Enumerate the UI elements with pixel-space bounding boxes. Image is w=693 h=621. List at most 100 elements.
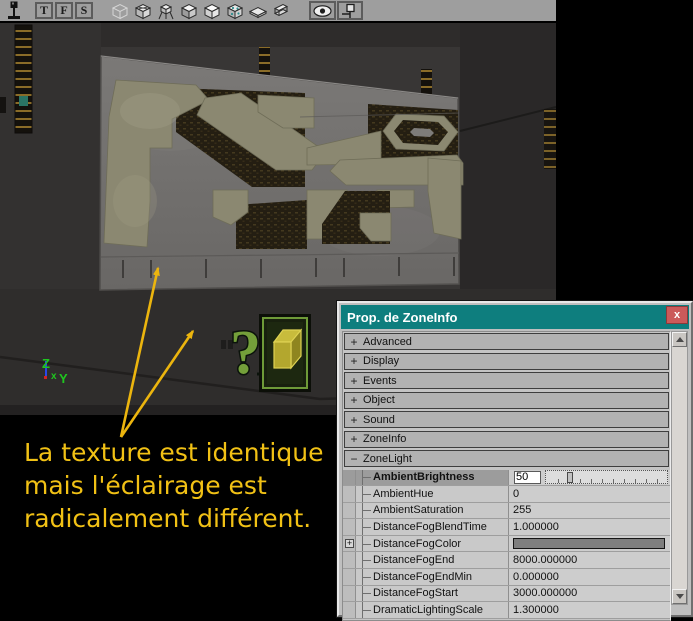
property-value[interactable]: 0 [508, 486, 670, 502]
slider-thumb[interactable] [566, 472, 573, 484]
expand-plus-icon: + [350, 334, 358, 349]
row-gutter [343, 486, 356, 502]
row-gutter [343, 552, 356, 569]
letter-s-button[interactable]: S [75, 2, 93, 19]
lit-cube-icon[interactable] [179, 1, 199, 21]
row-gutter [343, 469, 356, 486]
property-name: DistanceFogEnd [356, 552, 508, 568]
scroll-down-button[interactable] [672, 589, 687, 604]
property-name: DistanceFogColor [356, 535, 508, 552]
flat-sheet-icon[interactable] [248, 1, 268, 21]
expand-box-icon[interactable]: + [345, 538, 354, 548]
wireframe-cube-icon[interactable] [110, 1, 130, 21]
unlit-cube-icon[interactable] [202, 1, 222, 21]
layered-sheets-icon[interactable] [271, 1, 291, 21]
category-label: ZoneInfo [363, 433, 407, 445]
axis-z-label: Z [42, 356, 50, 371]
property-name: DistanceFogBlendTime [356, 519, 508, 535]
property-value[interactable]: 8000.000000 [508, 552, 670, 569]
annotation-text: La texture est identique mais l'éclairag… [24, 436, 354, 535]
property-row-distancefogblendtime[interactable]: DistanceFogBlendTime 1.000000 [343, 519, 670, 536]
viewport-toolbar: T F S [0, 0, 556, 21]
category-display[interactable]: + Display [344, 352, 669, 370]
scrollbar[interactable] [671, 331, 688, 605]
window-title-bar[interactable]: Prop. de ZoneInfo [341, 305, 689, 329]
up-arrow-icon [675, 337, 684, 342]
close-icon: x [673, 309, 681, 321]
property-row-distancefogcolor[interactable]: + DistanceFogColor [343, 535, 670, 553]
row-gutter [343, 569, 356, 585]
collapse-minus-icon: − [350, 451, 358, 466]
axis-y-label: Y [59, 371, 68, 386]
zoneinfo-sprite[interactable]: ? [229, 314, 311, 392]
property-row-ambientsaturation[interactable]: AmbientSaturation 255 [343, 502, 670, 520]
expand-plus-icon: + [350, 354, 358, 368]
expand-plus-icon: + [350, 373, 358, 388]
category-zoneinfo[interactable]: + ZoneInfo [344, 430, 669, 448]
property-name: AmbientHue [356, 486, 508, 502]
expand-plus-icon: + [350, 432, 358, 446]
letter-f-label: F [60, 3, 68, 17]
property-row-ambienthue[interactable]: AmbientHue 0 [343, 486, 670, 503]
category-label: Object [363, 394, 395, 406]
wall-ladder-strip [14, 24, 33, 134]
category-sound[interactable]: + Sound [344, 411, 669, 428]
expand-plus-icon: + [350, 393, 358, 407]
connector-icon [342, 3, 355, 18]
down-arrow-icon [675, 594, 684, 599]
property-row-distancefogstart[interactable]: DistanceFogStart 3000.000000 [343, 585, 670, 603]
property-name: AmbientBrightness [356, 469, 508, 486]
category-events[interactable]: + Events [344, 372, 669, 389]
category-label: ZoneLight [363, 452, 412, 465]
property-grid: + Advanced + Display + Events + Object +… [342, 331, 671, 621]
letter-f-button[interactable]: F [55, 2, 73, 19]
property-name: DistanceFogStart [356, 585, 508, 602]
eye-icon [313, 4, 332, 17]
question-mark-icon: ? [230, 319, 261, 387]
textured-cube-icon[interactable] [225, 1, 245, 21]
category-object[interactable]: + Object [344, 391, 669, 409]
row-gutter [343, 585, 356, 602]
property-name: DramaticLightingScale [356, 602, 508, 618]
window-title: Prop. de ZoneInfo [347, 309, 458, 325]
letter-t-button[interactable]: T [35, 2, 53, 19]
property-value[interactable]: 3000.000000 [508, 585, 670, 602]
property-value[interactable]: 1.000000 [508, 519, 670, 535]
property-value[interactable]: 0.000000 [508, 569, 670, 585]
fog-color-swatch[interactable] [513, 538, 665, 550]
property-row-dramaticlightingscale[interactable]: DramaticLightingScale 1.300000 [343, 602, 670, 619]
category-advanced[interactable]: + Advanced [344, 333, 669, 350]
annotation-line-3: radicalement différent. [24, 504, 312, 533]
slider-ticks [548, 479, 665, 484]
property-name: AmbientSaturation [356, 502, 508, 519]
annotation-line-2: mais l'éclairage est [24, 471, 267, 500]
row-gutter [343, 502, 356, 519]
close-button[interactable]: x [666, 306, 688, 324]
scroll-up-button[interactable] [672, 332, 687, 347]
actor-lever-icon[interactable] [6, 1, 22, 20]
property-value[interactable]: 255 [508, 502, 670, 519]
letter-s-label: S [80, 3, 88, 17]
connector-button[interactable] [337, 1, 363, 20]
property-value[interactable]: 1.300000 [508, 602, 670, 618]
bsp-tripod-cube-icon[interactable] [156, 1, 176, 21]
ambientbrightness-input[interactable] [514, 470, 541, 484]
property-row-distancefogendmin[interactable]: DistanceFogEndMin 0.000000 [343, 569, 670, 586]
expand-plus-icon: + [350, 412, 358, 427]
eye-button[interactable] [309, 1, 336, 20]
property-name: DistanceFogEndMin [356, 569, 508, 585]
category-label: Sound [363, 413, 395, 426]
category-label: Advanced [363, 335, 412, 348]
ambientbrightness-slider[interactable] [545, 470, 668, 485]
axis-x-label: x [51, 371, 57, 382]
property-row-distancefogend[interactable]: DistanceFogEnd 8000.000000 [343, 552, 670, 570]
category-label: Events [363, 374, 397, 387]
property-row-ambientbrightness[interactable]: AmbientBrightness [343, 469, 670, 487]
category-label: Display [363, 355, 400, 367]
zoneinfo-properties-window: Prop. de ZoneInfo x + Advanced + Display… [336, 300, 693, 621]
row-gutter [343, 519, 356, 535]
letter-t-label: T [39, 3, 48, 17]
category-zonelight[interactable]: − ZoneLight [344, 450, 669, 467]
annotation-line-1: La texture est identique [24, 438, 324, 467]
zones-cube-icon[interactable] [133, 1, 153, 21]
